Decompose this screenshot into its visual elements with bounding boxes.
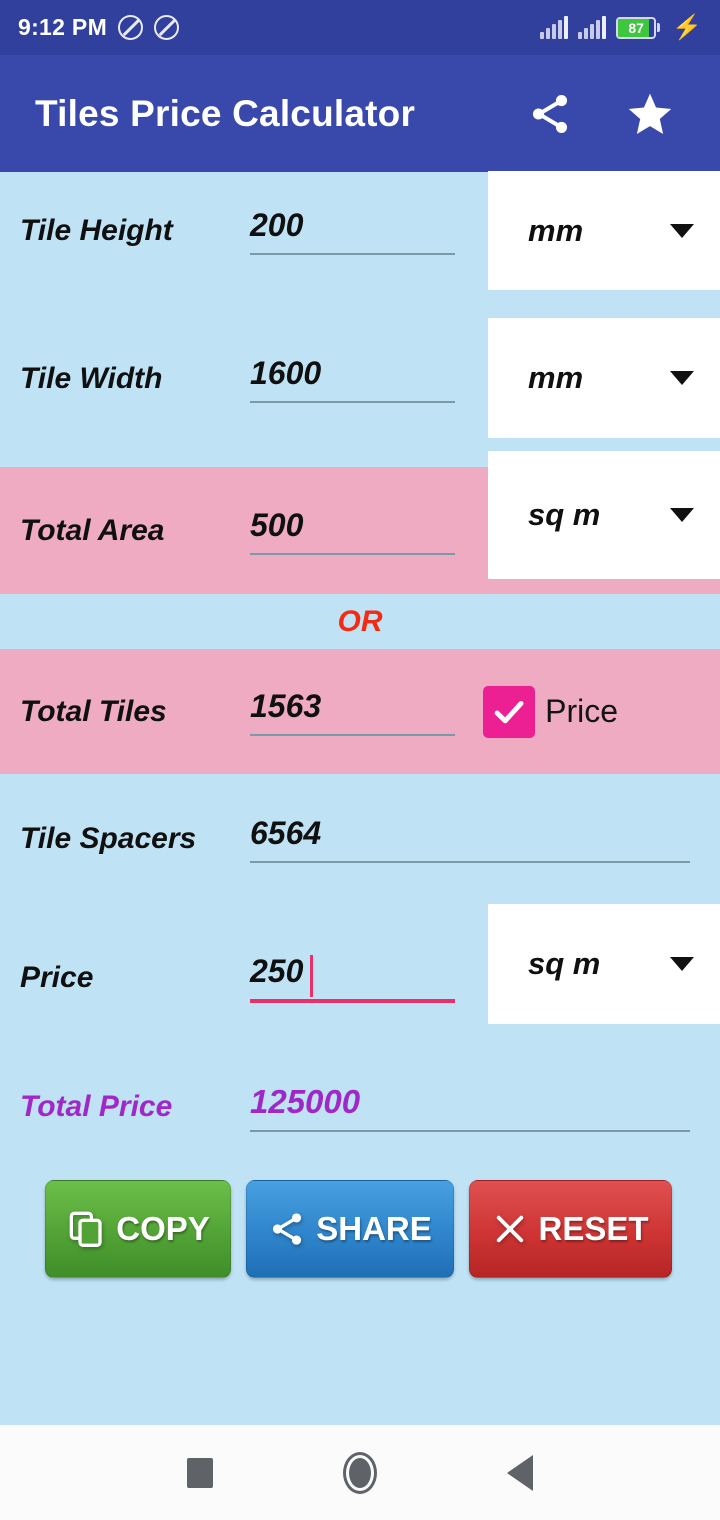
label-total-price: Total Price [20,1090,173,1123]
status-bar: 9:12 PM 87 ⚡ [0,0,720,55]
dropdown-value: sq m [528,946,601,981]
input-underline [250,552,455,555]
triangle-back-icon[interactable] [507,1454,533,1491]
dnd-icon [118,15,144,40]
lightning-bolt-icon: ⚡ [672,13,702,41]
row-tile-width: Tile Width 1600 mm [0,290,720,467]
label-total-tiles: Total Tiles [20,694,167,728]
chevron-down-icon [670,371,694,385]
dropdown-tile-height-unit[interactable]: mm [488,171,720,291]
text-caret [310,955,313,997]
input-tile-width[interactable]: 1600 [250,355,455,401]
field-tile-width[interactable]: 1600 [250,355,455,403]
chevron-down-icon [670,224,694,238]
input-underline [250,1129,690,1132]
reset-button[interactable]: RESET [469,1180,672,1278]
system-nav-bar [0,1425,720,1520]
field-total-area[interactable]: 500 [250,507,455,555]
dropdown-value: mm [528,360,584,395]
input-total-tiles[interactable]: 1563 [250,688,455,734]
close-x-icon [497,1215,524,1243]
share-button-label: SHARE [316,1210,432,1247]
price-checkbox-label: Price [545,693,618,729]
app-screen: 9:12 PM 87 ⚡ Tiles Price Calculator Tile… [0,0,720,1520]
row-tile-spacers: Tile Spacers 6564 [0,774,720,904]
input-underline [250,999,455,1003]
app-bar-actions [525,89,675,139]
price-checkbox[interactable] [483,685,536,738]
row-tile-height: Tile Height 200 mm [0,171,720,291]
copy-icon [69,1211,102,1248]
field-total-price: 125000 [250,1083,690,1132]
row-price: Price 250 sq m [0,904,720,1052]
label-price: Price [20,961,94,994]
input-underline [250,400,455,403]
row-total-price: Total Price 125000 [0,1052,720,1162]
field-tile-height[interactable]: 200 [250,207,455,255]
input-underline [250,253,455,255]
field-price[interactable]: 250 [250,953,455,1003]
star-icon[interactable] [625,89,675,139]
page-title: Tiles Price Calculator [35,92,416,134]
or-label: OR [337,604,383,638]
dropdown-value: mm [528,213,584,248]
dropdown-total-area-unit[interactable]: sq m [488,451,720,579]
input-price[interactable]: 250 [250,953,455,999]
field-tile-spacers[interactable]: 6564 [250,815,690,863]
dropdown-value: sq m [528,497,601,532]
battery-percent: 87 [628,19,644,36]
input-tile-height[interactable]: 200 [250,207,455,253]
field-total-tiles[interactable]: 1563 [250,688,455,736]
label-tile-width: Tile Width [20,361,163,395]
copy-button-label: COPY [116,1210,210,1247]
input-tile-spacers[interactable]: 6564 [250,815,690,861]
input-underline [250,861,690,863]
reset-button-label: RESET [538,1210,649,1247]
label-tile-height: Tile Height [20,214,173,247]
copy-button[interactable]: COPY [45,1180,231,1278]
dnd-icon [154,15,180,40]
row-total-area: Total Area 500 sq m [0,451,720,594]
price-checkbox-wrapper[interactable]: Price [483,685,618,738]
input-underline [250,733,455,736]
or-separator: OR [0,594,720,649]
status-bar-right: 87 ⚡ [540,13,702,41]
dropdown-tile-width-unit[interactable]: mm [488,318,720,438]
circle-icon[interactable] [343,1451,377,1494]
input-total-area[interactable]: 500 [250,507,455,553]
app-bar: Tiles Price Calculator [0,55,720,172]
signal-icon [540,15,569,39]
label-tile-spacers: Tile Spacers [20,822,197,855]
share-button[interactable]: SHARE [246,1180,454,1278]
main-content: Tile Height 200 mm Tile Width 1600 mm To… [0,171,720,1425]
row-total-tiles: Total Tiles 1563 Price [0,649,720,774]
square-icon[interactable] [187,1457,213,1488]
share-icon[interactable] [525,89,575,139]
status-time: 9:12 PM [18,14,108,40]
action-buttons: COPY SHARE RESET [0,1180,720,1278]
status-bar-left: 9:12 PM [18,14,180,41]
dropdown-price-unit[interactable]: sq m [488,904,720,1024]
battery-icon: 87 [616,16,661,39]
label-total-area: Total Area [20,513,165,547]
value-total-price: 125000 [250,1082,361,1120]
share-icon [273,1213,302,1245]
chevron-down-icon [670,957,694,971]
signal-icon [578,15,607,39]
chevron-down-icon [670,508,694,522]
